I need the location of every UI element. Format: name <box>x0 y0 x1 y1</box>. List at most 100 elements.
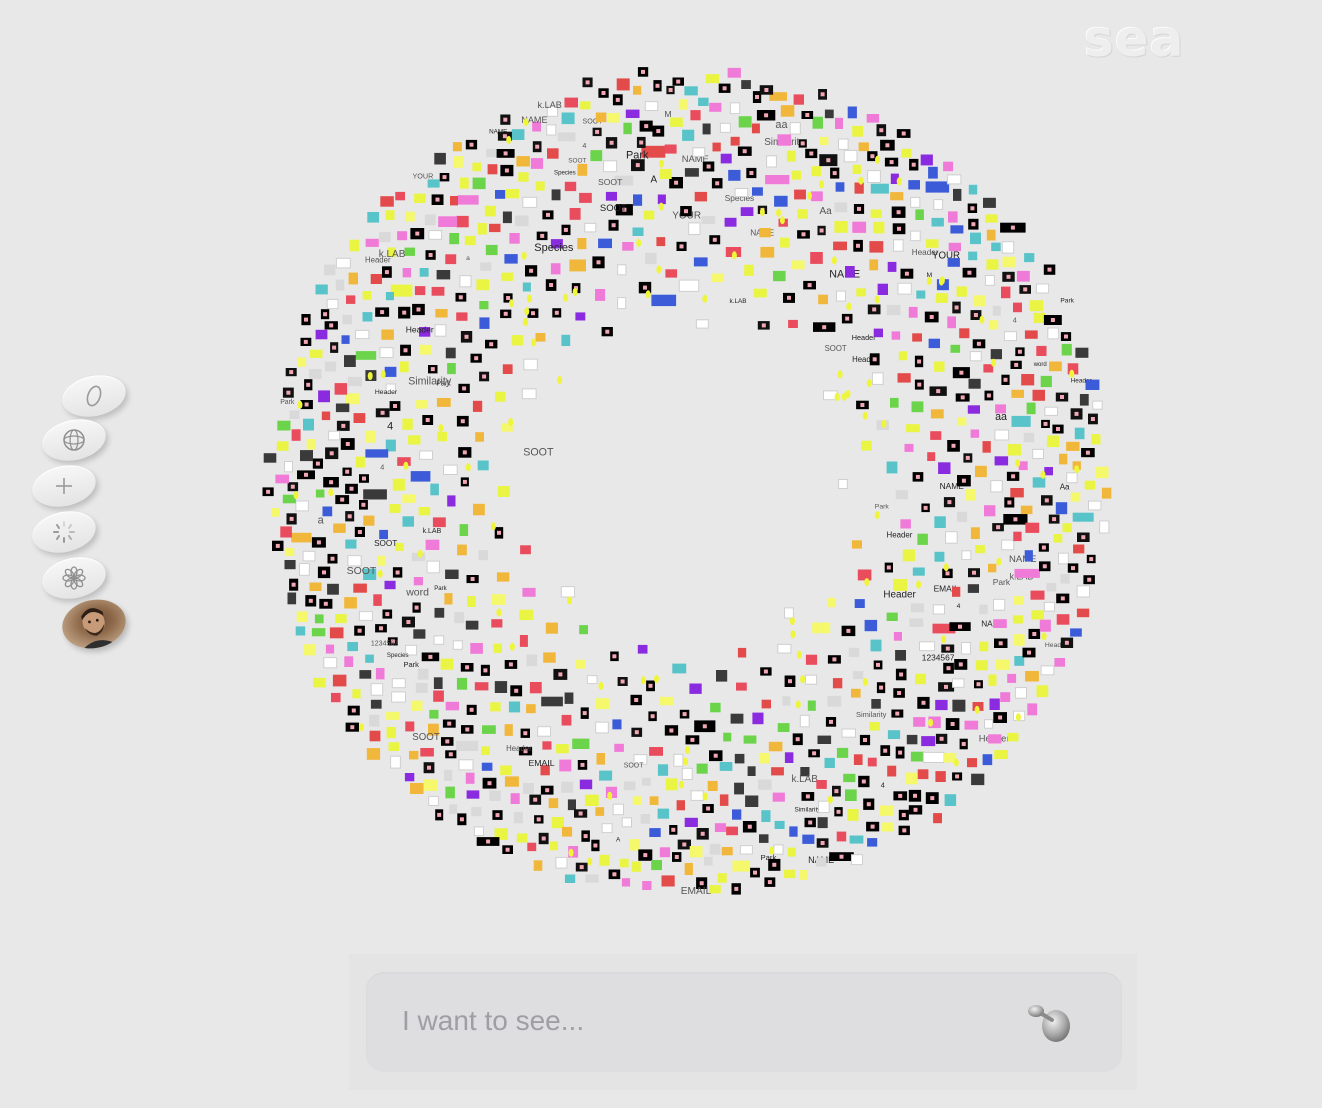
cloud-thumbnail[interactable] <box>657 764 669 776</box>
cloud-thumbnail[interactable] <box>702 804 714 813</box>
cloud-thumbnail[interactable] <box>944 794 957 806</box>
cloud-thumbnail[interactable] <box>301 314 311 326</box>
cloud-thumbnail[interactable] <box>347 642 358 652</box>
cloud-thumbnail[interactable] <box>477 460 489 471</box>
cloud-thumbnail[interactable] <box>481 746 490 755</box>
cloud-thumbnail[interactable] <box>595 807 605 816</box>
cloud-thumbnail[interactable] <box>390 284 413 297</box>
cloud-thumbnail[interactable] <box>777 643 792 654</box>
cloud-thumbnail[interactable] <box>759 834 769 843</box>
cloud-label[interactable]: Species <box>387 652 409 659</box>
cloud-thumbnail[interactable] <box>472 177 486 190</box>
cloud-thumbnail[interactable] <box>701 216 716 224</box>
cloud-thumbnail[interactable] <box>893 579 908 591</box>
cloud-thumbnail[interactable] <box>898 351 907 361</box>
cloud-thumbnail[interactable] <box>1076 585 1091 598</box>
cloud-thumbnail[interactable] <box>362 291 372 300</box>
cloud-thumbnail[interactable] <box>572 738 590 749</box>
cloud-thumbnail[interactable] <box>377 555 386 566</box>
cloud-thumbnail[interactable] <box>952 699 966 712</box>
cloud-thumbnail[interactable] <box>1029 300 1044 312</box>
cloud-thumbnail[interactable] <box>295 626 306 636</box>
cloud-thumbnail[interactable] <box>990 349 1002 360</box>
cloud-thumbnail[interactable] <box>869 241 884 253</box>
cloud-thumbnail[interactable] <box>574 809 588 818</box>
cloud-thumbnail[interactable] <box>676 241 687 251</box>
cloud-thumbnail[interactable] <box>908 306 918 318</box>
cloud-thumbnail[interactable] <box>732 860 751 872</box>
cloud-thumbnail[interactable] <box>871 372 884 385</box>
cloud-thumbnail[interactable] <box>891 331 901 340</box>
cloud-label[interactable]: word <box>1033 362 1047 368</box>
cloud-thumbnail[interactable] <box>456 677 468 690</box>
cloud-thumbnail[interactable] <box>1056 593 1070 604</box>
cloud-thumbnail[interactable] <box>561 112 575 125</box>
cloud-thumbnail[interactable] <box>492 810 503 820</box>
cloud-thumbnail[interactable] <box>365 238 379 247</box>
cloud-thumbnail[interactable] <box>466 575 479 584</box>
cloud-thumbnail[interactable] <box>1008 444 1022 456</box>
cloud-thumbnail[interactable] <box>984 390 994 401</box>
cloud-thumbnail[interactable] <box>1058 552 1069 565</box>
cloud-thumbnail[interactable] <box>877 283 888 295</box>
cloud-thumbnail[interactable] <box>954 659 968 670</box>
cloud-thumbnail[interactable] <box>280 526 292 538</box>
cloud-thumbnail[interactable] <box>815 857 827 867</box>
cloud-thumbnail[interactable] <box>420 748 434 757</box>
cloud-thumbnail[interactable] <box>444 593 453 605</box>
cloud-thumbnail[interactable] <box>684 168 699 177</box>
cloud-thumbnail[interactable] <box>382 609 393 619</box>
cloud-thumbnail[interactable] <box>271 508 280 517</box>
cloud-thumbnail[interactable] <box>646 680 655 692</box>
cloud-label[interactable]: EMAIL <box>529 758 555 768</box>
cloud-label[interactable]: Aa <box>1060 482 1070 491</box>
cloud-thumbnail[interactable] <box>682 129 695 141</box>
cloud-thumbnail[interactable] <box>747 766 756 776</box>
cloud-thumbnail[interactable] <box>1025 522 1040 533</box>
cloud-thumbnail[interactable] <box>656 237 666 247</box>
cloud-thumbnail[interactable] <box>845 789 857 801</box>
cloud-thumbnail[interactable] <box>295 500 309 512</box>
cloud-thumbnail[interactable] <box>263 453 277 463</box>
cloud-thumbnail[interactable] <box>768 858 781 871</box>
cloud-thumbnail[interactable] <box>311 628 326 637</box>
cloud-thumbnail[interactable] <box>543 652 556 663</box>
cloud-label[interactable]: k.LAB <box>730 298 747 305</box>
cloud-thumbnail[interactable] <box>1001 374 1010 385</box>
cloud-thumbnail[interactable] <box>834 202 848 213</box>
cloud-thumbnail[interactable] <box>296 611 308 622</box>
cloud-thumbnail[interactable] <box>494 527 504 539</box>
cloud-thumbnail[interactable] <box>608 869 621 880</box>
cloud-thumbnail[interactable] <box>935 293 949 303</box>
cloud-thumbnail[interactable] <box>760 667 772 676</box>
cloud-thumbnail[interactable] <box>402 516 415 527</box>
cloud-thumbnail[interactable] <box>391 678 406 689</box>
cloud-thumbnail[interactable] <box>567 799 576 811</box>
cloud-thumbnail[interactable] <box>529 682 542 694</box>
cloud-thumbnail[interactable] <box>677 839 691 850</box>
cloud-thumbnail[interactable] <box>1062 523 1072 533</box>
cloud-thumbnail[interactable] <box>444 769 453 781</box>
cloud-thumbnail[interactable] <box>335 403 350 413</box>
cloud-thumbnail[interactable] <box>962 267 977 278</box>
cloud-thumbnail[interactable] <box>887 765 897 777</box>
cloud-thumbnail[interactable] <box>538 832 549 845</box>
cloud-thumbnail[interactable] <box>414 286 426 296</box>
cloud-thumbnail[interactable] <box>746 167 757 179</box>
cloud-label[interactable]: 4 <box>387 421 393 433</box>
cloud-thumbnail[interactable] <box>912 333 922 342</box>
cloud-thumbnail[interactable] <box>1084 480 1096 490</box>
cloud-thumbnail[interactable] <box>994 456 1009 466</box>
cloud-thumbnail[interactable] <box>645 252 657 265</box>
cloud-thumbnail[interactable] <box>315 284 328 295</box>
cloud-thumbnail[interactable] <box>841 728 856 738</box>
cloud-thumbnail[interactable] <box>476 279 489 291</box>
cloud-label[interactable]: 4 <box>881 781 885 790</box>
cloud-thumbnail[interactable] <box>688 222 701 235</box>
cloud-thumbnail[interactable] <box>791 170 801 180</box>
cloud-thumbnail[interactable] <box>439 173 450 182</box>
cloud-thumbnail[interactable] <box>612 719 622 730</box>
cloud-thumbnail[interactable] <box>866 114 880 123</box>
cloud-thumbnail[interactable] <box>559 759 572 772</box>
cloud-thumbnail[interactable] <box>509 233 520 244</box>
